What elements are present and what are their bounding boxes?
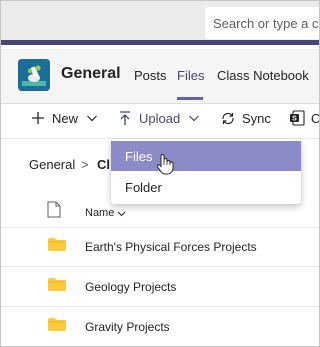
file-name[interactable]: Geology Projects [85,280,176,294]
plus-icon [30,110,46,126]
upload-button[interactable]: Upload [117,110,200,126]
team-avatar-icon[interactable] [18,59,50,91]
upload-arrow-icon [117,110,133,126]
file-name[interactable]: Earth's Physical Forces Projects [85,240,257,254]
tab-files[interactable]: Files [177,68,204,83]
tab-posts[interactable]: Posts [134,68,167,83]
svg-text:S: S [292,116,297,123]
new-button[interactable]: New [30,110,98,126]
new-button-label: New [52,110,79,126]
folder-icon [48,238,66,251]
chevron-down-icon [188,112,200,124]
sync-button[interactable]: Sync [220,110,271,126]
upload-button-label: Upload [139,110,181,126]
menu-item-files[interactable]: Files [111,141,301,171]
sharepoint-icon: S [289,110,305,126]
file-type-icon [47,201,61,218]
active-tab-indicator [177,97,203,100]
teams-window: Search or type a co General Posts Files … [0,0,320,347]
folder-icon [48,278,66,291]
sync-icon [220,110,236,126]
folder-icon [48,318,66,331]
chevron-down-icon [117,209,126,218]
list-item[interactable]: Gravity Projects [1,307,319,346]
name-column-label: Name [85,207,115,219]
title-bar: Search or type a co [1,1,319,45]
name-column-header[interactable]: Name [85,207,126,219]
breadcrumb-general[interactable]: General [29,157,75,172]
breadcrumb-separator: > [81,157,89,172]
menu-item-folder[interactable]: Folder [111,172,301,202]
breadcrumb-current: Cl [97,157,110,172]
list-item[interactable]: Geology Projects [1,267,319,307]
tab-class-notebook[interactable]: Class Notebook [217,68,309,83]
hand-cursor-icon [156,153,174,175]
upload-menu: Files Folder [111,139,301,204]
sync-button-label: Sync [242,110,271,126]
channel-title: General [61,65,121,82]
open-in-sharepoint-button[interactable]: S O [289,110,319,126]
search-input[interactable]: Search or type a co [205,7,319,39]
chevron-down-icon [86,112,98,124]
file-name[interactable]: Gravity Projects [85,320,170,334]
open-in-sharepoint-label: O [311,111,319,126]
list-item[interactable]: Earth's Physical Forces Projects [1,227,319,267]
